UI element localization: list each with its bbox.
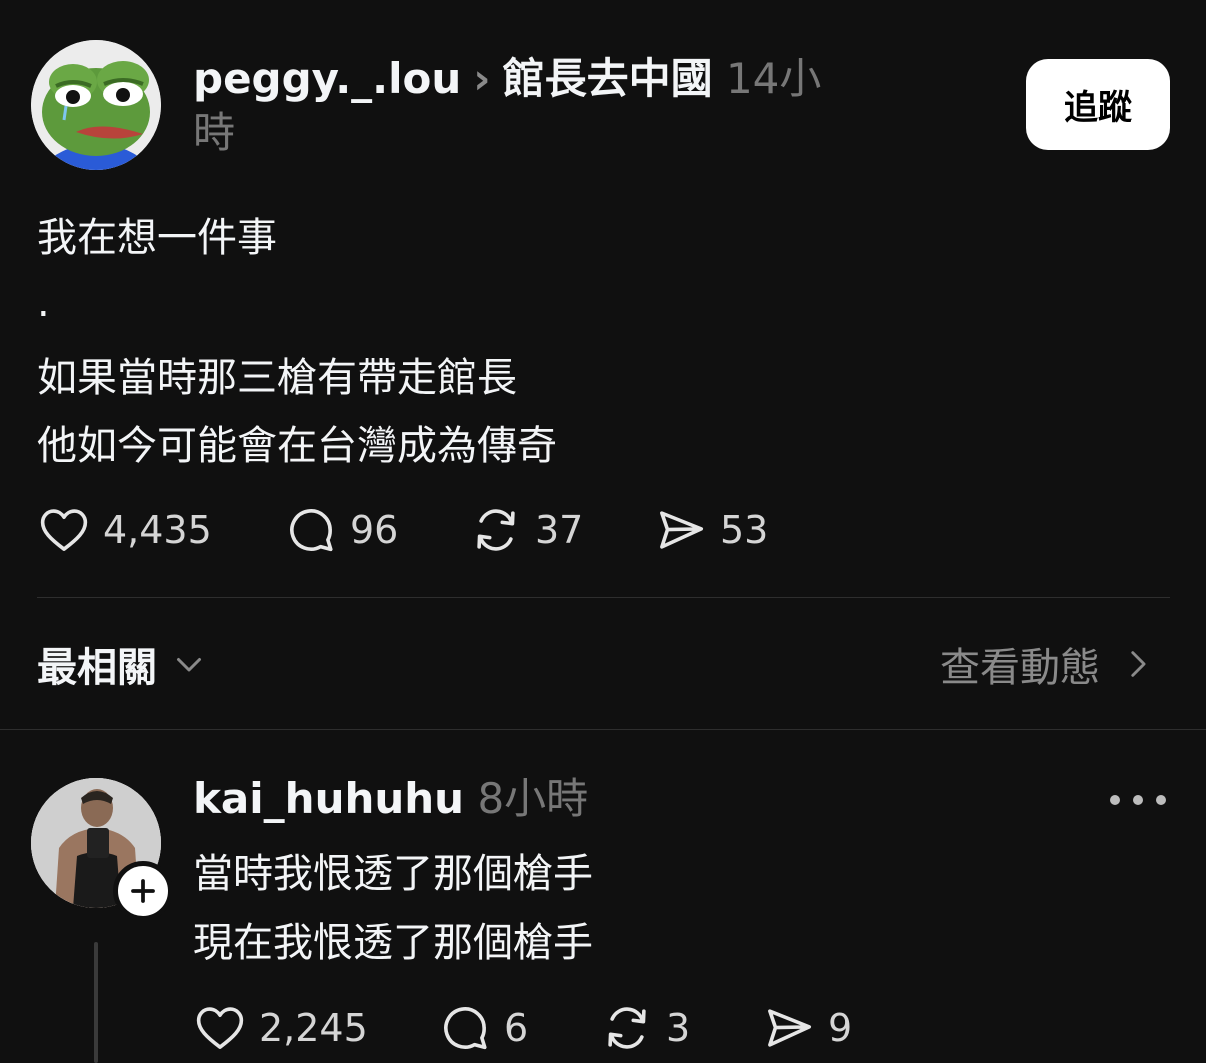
reply-actions: 2,245 6 3 9 bbox=[193, 998, 893, 1058]
post-text-line: 如果當時那三槍有帶走館長 bbox=[37, 355, 517, 401]
comment-count: 96 bbox=[350, 508, 399, 552]
follow-plus-button[interactable] bbox=[113, 861, 173, 921]
chevron-right-icon bbox=[1131, 651, 1146, 677]
chevron-down-icon bbox=[177, 658, 201, 672]
plus-icon bbox=[131, 879, 155, 903]
repost-button[interactable]: 37 bbox=[469, 500, 583, 560]
post-text-line: . bbox=[37, 280, 50, 326]
reply-repost-count: 3 bbox=[666, 1006, 691, 1050]
more-dots-icon bbox=[1133, 795, 1143, 805]
view-activity-label: 查看動態 bbox=[940, 645, 1100, 691]
reply-share-button[interactable]: 9 bbox=[762, 998, 852, 1058]
author-avatar[interactable] bbox=[31, 40, 161, 170]
reply-time: 8小時 bbox=[477, 774, 589, 823]
heart-icon bbox=[40, 509, 88, 551]
chevron-right-icon: › bbox=[473, 54, 491, 103]
comment-bubble-icon bbox=[444, 1007, 487, 1050]
post-actions: 4,435 96 37 53 bbox=[37, 500, 797, 560]
frog-avatar-image bbox=[31, 40, 161, 170]
thread-line bbox=[94, 942, 98, 1063]
comment-bubble-icon bbox=[290, 509, 333, 552]
like-button[interactable]: 4,435 bbox=[37, 500, 212, 560]
view-activity-link[interactable]: 查看動態 bbox=[940, 636, 1154, 692]
send-icon bbox=[768, 1009, 812, 1047]
more-options-button[interactable] bbox=[1110, 780, 1166, 820]
post-text-line: 他如今可能會在台灣成為傳奇 bbox=[37, 423, 557, 469]
comment-button[interactable]: 96 bbox=[284, 500, 398, 560]
repost-icon bbox=[608, 1007, 646, 1049]
follow-button[interactable]: 追蹤 bbox=[1026, 59, 1170, 150]
heart-icon bbox=[196, 1007, 244, 1049]
divider bbox=[37, 597, 1170, 598]
post-header: peggy._.lou › 館長去中國 14小時 bbox=[193, 52, 853, 160]
post-text-line: 我在想一件事 bbox=[37, 215, 277, 261]
send-icon bbox=[660, 511, 704, 549]
section-divider bbox=[0, 729, 1206, 730]
reply-comment-button[interactable]: 6 bbox=[438, 998, 528, 1058]
reply-comment-count: 6 bbox=[504, 1006, 529, 1050]
like-count: 4,435 bbox=[103, 508, 212, 552]
sort-dropdown[interactable]: 最相關 bbox=[37, 636, 207, 692]
reply-share-count: 9 bbox=[828, 1006, 853, 1050]
more-dots-icon bbox=[1156, 795, 1166, 805]
repost-count: 37 bbox=[535, 508, 584, 552]
share-count: 53 bbox=[720, 508, 769, 552]
sort-label: 最相關 bbox=[37, 645, 157, 691]
group-name[interactable]: 館長去中國 bbox=[503, 54, 713, 103]
reply-username[interactable]: kai_huhuhu bbox=[193, 774, 464, 823]
reply-repost-button[interactable]: 3 bbox=[600, 998, 690, 1058]
threads-post-page: peggy._.lou › 館長去中國 14小時 追蹤 我在想一件事 . 如果當時那… bbox=[0, 0, 1206, 1063]
reply-text-line: 當時我恨透了那個槍手 bbox=[193, 851, 593, 897]
share-button[interactable]: 53 bbox=[654, 500, 768, 560]
repost-icon bbox=[477, 509, 515, 551]
reply-like-button[interactable]: 2,245 bbox=[193, 998, 368, 1058]
reply-like-count: 2,245 bbox=[259, 1006, 368, 1050]
more-dots-icon bbox=[1110, 795, 1120, 805]
reply-header: kai_huhuhu 8小時 bbox=[193, 772, 588, 826]
reply-text-line: 現在我恨透了那個槍手 bbox=[193, 920, 593, 966]
author-username[interactable]: peggy._.lou bbox=[193, 54, 461, 103]
